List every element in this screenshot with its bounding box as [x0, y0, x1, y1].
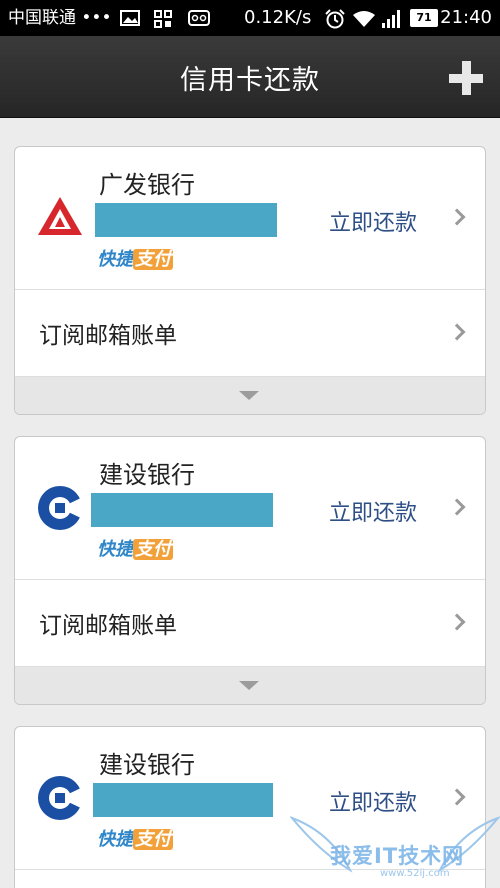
- bank-name: 建设银行: [99, 461, 195, 489]
- watermark-text: 我爱IT技术网: [330, 844, 465, 868]
- network-speed: 0.12K/s: [244, 7, 312, 28]
- quickpay-label-b: 支付: [133, 829, 173, 850]
- card-number-redacted: [91, 493, 273, 527]
- chevron-right-icon: [448, 788, 466, 806]
- chevron-down-icon: [239, 681, 259, 690]
- quickpay-label-a: 快捷: [97, 249, 133, 270]
- status-bar: 中国联通 ••• 0.12K/s 71 21:40: [0, 0, 500, 36]
- card-summary[interactable]: 广发银行 快捷 支付 立即还款: [15, 147, 485, 290]
- title-bar: 信用卡还款: [0, 36, 500, 118]
- page-title: 信用卡还款: [180, 65, 320, 96]
- notification-icons: [116, 0, 226, 36]
- quickpay-label-b: 支付: [133, 539, 173, 560]
- card-number-redacted: [95, 203, 277, 237]
- expand-toggle[interactable]: [15, 376, 485, 414]
- site-watermark: 我爱IT技术网 www.52ij.com: [290, 812, 500, 888]
- pay-now-button[interactable]: 立即还款: [329, 205, 417, 237]
- chevron-right-icon: [448, 208, 466, 226]
- chevron-down-icon: [239, 391, 259, 400]
- chevron-right-icon: [448, 323, 466, 341]
- apps-icon: [154, 10, 172, 28]
- bank-card: 广发银行 快捷 支付 立即还款 订阅邮箱账单: [14, 146, 486, 415]
- ccb-bank-logo: [38, 486, 83, 530]
- chevron-right-icon: [448, 498, 466, 516]
- quickpay-badge: 快捷 支付: [97, 535, 173, 561]
- pay-now-button[interactable]: 立即还款: [329, 495, 417, 527]
- carrier-label: 中国联通 •••: [8, 8, 112, 28]
- battery-icon: 71: [410, 9, 438, 27]
- add-card-button[interactable]: [446, 58, 488, 100]
- subscribe-email-bill-row[interactable]: 订阅邮箱账单: [15, 290, 485, 376]
- quickpay-label-a: 快捷: [97, 539, 133, 560]
- chevron-right-icon: [448, 613, 466, 631]
- subscribe-email-bill-label: 订阅邮箱账单: [39, 613, 177, 639]
- bank-name: 建设银行: [99, 751, 195, 779]
- cgb-bank-logo: [38, 197, 82, 235]
- image-icon: [120, 10, 140, 26]
- quickpay-badge: 快捷 支付: [97, 245, 173, 271]
- clock: 21:40: [440, 7, 492, 28]
- bank-card: 建设银行 快捷 支付 立即还款 订阅邮箱账单: [14, 436, 486, 705]
- quickpay-label-b: 支付: [133, 249, 173, 270]
- bank-name: 广发银行: [99, 171, 195, 199]
- ccb-bank-logo: [38, 776, 83, 820]
- card-summary[interactable]: 建设银行 快捷 支付 立即还款: [15, 437, 485, 580]
- watermark-url: www.52ij.com: [380, 868, 450, 879]
- subscribe-email-bill-label: 订阅邮箱账单: [39, 323, 177, 349]
- subscribe-email-bill-row[interactable]: 订阅邮箱账单: [15, 580, 485, 666]
- quickpay-label-a: 快捷: [97, 829, 133, 850]
- voicemail-icon: [188, 10, 210, 26]
- card-number-redacted: [93, 783, 273, 817]
- expand-toggle[interactable]: [15, 666, 485, 704]
- quickpay-badge: 快捷 支付: [97, 825, 173, 851]
